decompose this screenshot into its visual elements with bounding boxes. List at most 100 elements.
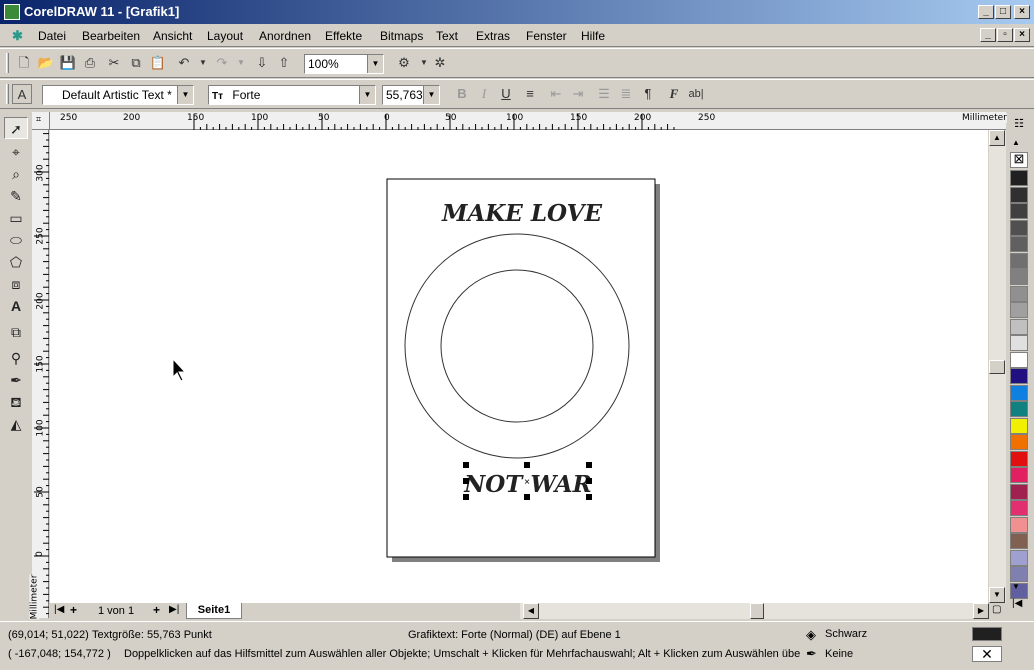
selection-handle[interactable]: [586, 478, 592, 484]
paragraph-icon[interactable]: ¶: [638, 84, 658, 104]
palette-swatch[interactable]: [1010, 203, 1028, 219]
fill-tool-icon[interactable]: ⛾: [4, 391, 28, 413]
open-icon[interactable]: 📂: [36, 53, 56, 73]
scroll-left-icon[interactable]: ◀: [523, 603, 539, 619]
menu-fenster[interactable]: Fenster: [526, 29, 567, 43]
drop-cap-icon[interactable]: ≣: [616, 84, 636, 104]
menu-bearbeiten[interactable]: Bearbeiten: [82, 29, 140, 43]
add-page-after-icon[interactable]: +: [153, 603, 160, 617]
text-tool-icon[interactable]: A: [4, 295, 28, 317]
outline-color-swatch[interactable]: ✕: [972, 646, 1002, 662]
font-list-select[interactable]: Tт Forte ▼: [208, 85, 376, 105]
increase-indent-icon[interactable]: ⇥: [568, 84, 588, 104]
character-format-button[interactable]: F: [664, 84, 684, 104]
redo-icon[interactable]: ↷: [212, 53, 232, 73]
palette-swatch[interactable]: [1010, 170, 1028, 186]
palette-swatch[interactable]: [1010, 351, 1028, 368]
basic-shapes-tool-icon[interactable]: ⧈: [4, 273, 28, 295]
drawing-page[interactable]: MAKE LOVE NOT WAR ×: [50, 130, 988, 603]
pick-tool-icon[interactable]: ➚: [4, 117, 28, 139]
paste-icon[interactable]: 📋: [148, 53, 168, 73]
copy-icon[interactable]: ⧉: [126, 53, 146, 73]
chevron-down-icon[interactable]: ▼: [367, 55, 383, 73]
palette-swatch[interactable]: [1010, 269, 1028, 285]
menu-text[interactable]: Text: [436, 29, 458, 43]
undo-icon[interactable]: ↶: [174, 53, 194, 73]
palette-swatch[interactable]: [1010, 549, 1028, 566]
palette-swatch[interactable]: [1010, 335, 1028, 351]
menu-hilfe[interactable]: Hilfe: [581, 29, 605, 43]
selection-handle[interactable]: [586, 462, 592, 468]
fill-color-swatch[interactable]: [972, 627, 1002, 641]
horizontal-scroll-thumb[interactable]: [750, 603, 764, 619]
menu-bitmaps[interactable]: Bitmaps: [380, 29, 423, 43]
vertical-scroll-thumb[interactable]: [989, 360, 1005, 374]
underline-button[interactable]: U: [496, 84, 516, 104]
palette-swatch[interactable]: [1010, 516, 1028, 533]
interactive-fill-tool-icon[interactable]: ◭: [4, 413, 28, 435]
maximize-button[interactable]: □: [995, 5, 1011, 19]
navigator-icon[interactable]: ▢: [992, 604, 1001, 615]
palette-swatch[interactable]: [1010, 236, 1028, 252]
toolbar-grip[interactable]: [6, 53, 9, 73]
palette-swatch[interactable]: [1010, 186, 1028, 203]
doc-close-button[interactable]: ×: [1014, 28, 1030, 42]
menu-extras[interactable]: Extras: [476, 29, 510, 43]
palette-swatch[interactable]: [1010, 401, 1028, 417]
menu-effekte[interactable]: Effekte: [325, 29, 362, 43]
palette-swatch[interactable]: [1010, 483, 1028, 500]
vertical-ruler[interactable]: 300 250 200 150 100 50 0 Millimeter: [29, 130, 49, 620]
text-styles-icon[interactable]: A: [12, 84, 32, 104]
corel-online-icon[interactable]: ✲: [430, 53, 450, 73]
print-icon[interactable]: ⎙: [80, 53, 100, 73]
palette-swatch[interactable]: [1010, 533, 1028, 549]
bullet-list-icon[interactable]: ☰: [594, 84, 614, 104]
horizontal-ruler[interactable]: 250 200 150 100 50 0 50 100 150 200 250 …: [50, 112, 1007, 130]
chevron-down-icon[interactable]: ▼: [423, 86, 439, 104]
save-icon[interactable]: 💾: [58, 53, 78, 73]
zoom-tool-icon[interactable]: ⌕: [4, 163, 28, 185]
application-launcher-icon[interactable]: ⚙: [394, 53, 414, 73]
close-button[interactable]: ×: [1014, 5, 1030, 19]
add-page-before-icon[interactable]: +: [70, 603, 77, 617]
palette-swatch[interactable]: [1010, 450, 1028, 467]
export-icon[interactable]: ⇧: [274, 53, 294, 73]
ellipse-tool-icon[interactable]: ⬭: [4, 229, 28, 251]
minimize-button[interactable]: _: [978, 5, 994, 19]
palette-swatch[interactable]: [1010, 434, 1028, 450]
selection-handle[interactable]: [463, 478, 469, 484]
edit-text-button[interactable]: ab|: [686, 84, 706, 104]
import-icon[interactable]: ⇩: [252, 53, 272, 73]
palette-swatch[interactable]: [1010, 285, 1028, 302]
toolbar-grip[interactable]: [6, 84, 9, 104]
freehand-tool-icon[interactable]: ✎: [4, 185, 28, 207]
document-icon[interactable]: ✱: [12, 28, 23, 44]
cut-icon[interactable]: ✂: [104, 53, 124, 73]
doc-minimize-button[interactable]: _: [980, 28, 996, 42]
chevron-down-icon[interactable]: ▼: [359, 86, 375, 104]
scroll-down-icon[interactable]: ▼: [989, 587, 1005, 603]
palette-menu-icon[interactable]: ☷: [1010, 117, 1028, 133]
horizontal-scrollbar[interactable]: ◀ ▶: [520, 603, 989, 619]
scroll-right-icon[interactable]: ▶: [973, 603, 989, 619]
palette-swatch[interactable]: [1010, 252, 1028, 269]
palette-swatch[interactable]: [1010, 219, 1028, 236]
palette-swatch[interactable]: [1010, 417, 1028, 434]
palette-swatch[interactable]: [1010, 318, 1028, 335]
interactive-blend-tool-icon[interactable]: ⧉: [4, 321, 28, 343]
selection-handle[interactable]: [463, 494, 469, 500]
selection-handle[interactable]: [463, 462, 469, 468]
first-page-icon[interactable]: |◀: [54, 604, 64, 615]
doc-restore-button[interactable]: ▫: [997, 28, 1013, 42]
undo-dropdown-icon[interactable]: ▼: [193, 53, 213, 73]
palette-swatch[interactable]: [1010, 467, 1028, 483]
rectangle-tool-icon[interactable]: ▭: [4, 207, 28, 229]
menu-layout[interactable]: Layout: [207, 29, 243, 43]
outline-tool-icon[interactable]: ✒: [4, 369, 28, 391]
font-size-select[interactable]: 55,763 ▼: [382, 85, 440, 105]
menu-datei[interactable]: Datei: [38, 29, 66, 43]
horizontal-alignment-icon[interactable]: ≡: [520, 84, 540, 104]
palette-scroll-up-icon[interactable]: ▲: [1012, 138, 1020, 147]
text-make-love[interactable]: MAKE LOVE: [441, 200, 602, 227]
zoom-select[interactable]: 100% ▼: [304, 54, 384, 74]
